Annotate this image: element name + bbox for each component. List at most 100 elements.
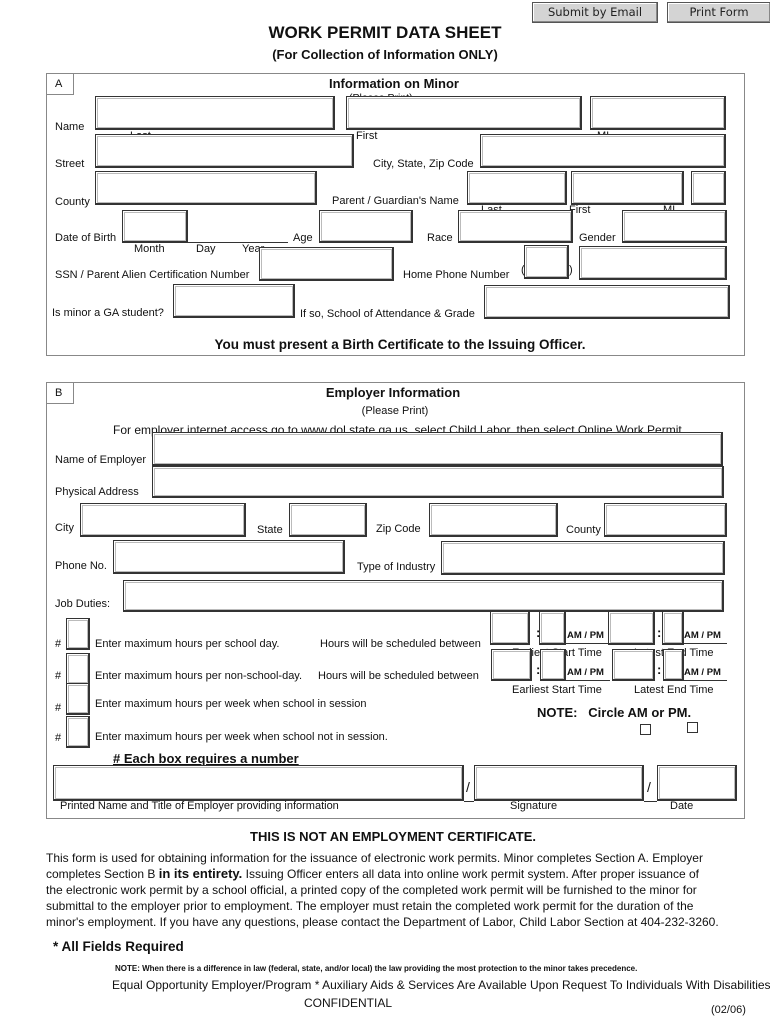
each-box-note: # Each box requires a number <box>113 751 299 766</box>
info-paragraph-line-4: submittal to the employer prior to emplo… <box>46 899 694 913</box>
slash-2: / <box>647 779 651 795</box>
hash-1: # <box>55 638 62 650</box>
county-label: County <box>55 196 90 208</box>
para-text: completes Section B <box>46 867 159 881</box>
confidential-label: CONFIDENTIAL <box>304 996 393 1010</box>
school-day-end-hour-input[interactable] <box>608 611 655 645</box>
underline-4 <box>684 680 727 681</box>
parent-first-input[interactable] <box>571 171 684 205</box>
home-phone-input[interactable] <box>579 246 727 280</box>
am-checkbox[interactable] <box>640 724 651 735</box>
school-day-start-hour-input[interactable] <box>490 611 530 645</box>
max-hours-school-day-input[interactable] <box>66 618 90 650</box>
pm-checkbox[interactable] <box>687 722 698 733</box>
street-label: Street <box>55 158 85 170</box>
in-its-entirety: in its entirety. <box>158 866 243 881</box>
phone-input[interactable] <box>113 540 345 574</box>
dob-label: Date of Birth <box>55 232 117 244</box>
revision-date: (02/06) <box>711 1004 746 1016</box>
circle-am-pm-note: NOTE: Circle AM or PM. <box>537 705 692 720</box>
phone-label: Phone No. <box>55 560 107 572</box>
underline-1 <box>566 643 608 644</box>
state-label: State <box>257 524 283 536</box>
ssn-input[interactable] <box>259 247 394 281</box>
eeo-statement: Equal Opportunity Employer/Program * Aux… <box>112 978 770 992</box>
max-hours-week-in-session-label: Enter maximum hours per week when school… <box>95 698 367 710</box>
max-hours-non-school-day-label: Enter maximum hours per non-school-day. <box>95 670 303 682</box>
print-form-button[interactable]: Print Form <box>667 2 770 23</box>
signature-input[interactable] <box>474 765 644 801</box>
underline-5 <box>464 801 474 802</box>
not-employment-certificate: THIS IS NOT AN EMPLOYMENT CERTIFICATE. <box>250 829 536 844</box>
physical-address-label: Physical Address <box>55 486 139 498</box>
page-subtitle: (For Collection of Information ONLY) <box>272 47 498 62</box>
job-duties-label: Job Duties: <box>55 598 111 610</box>
section-b-heading: Employer Information <box>325 385 461 400</box>
school-day-end-minute-input[interactable] <box>662 611 684 645</box>
latest-end-label-2: Latest End Time <box>634 684 714 696</box>
race-input[interactable] <box>458 210 573 243</box>
name-first-input[interactable] <box>346 96 582 130</box>
dob-input[interactable] <box>122 210 188 243</box>
city-state-zip-input[interactable] <box>480 134 726 168</box>
gender-input[interactable] <box>622 210 727 243</box>
para-text: Issuing Officer enters all data into onl… <box>242 867 699 881</box>
max-hours-week-in-session-input[interactable] <box>66 683 90 715</box>
employer-name-input[interactable] <box>152 432 723 466</box>
info-paragraph-line-3: the electronic work permit by a school o… <box>46 883 697 897</box>
ga-student-input[interactable] <box>173 284 295 318</box>
non-school-day-end-hour-input[interactable] <box>612 649 655 681</box>
dob-day-sub: Day <box>196 243 216 255</box>
all-fields-required: * All Fields Required <box>53 939 184 954</box>
hash-4: # <box>55 732 62 744</box>
printed-name-title-input[interactable] <box>53 765 464 801</box>
underline-2 <box>684 643 727 644</box>
info-paragraph-line-1: This form is used for obtaining informat… <box>46 851 703 865</box>
county-input-b[interactable] <box>604 503 727 537</box>
slash-1: / <box>466 779 470 795</box>
max-hours-week-not-in-session-input[interactable] <box>66 716 90 748</box>
street-input[interactable] <box>95 134 354 168</box>
info-paragraph-line-5: minor's employment. If you have any ques… <box>46 915 719 929</box>
school-day-start-minute-input[interactable] <box>539 611 566 645</box>
parent-mi-input[interactable] <box>691 171 726 205</box>
non-school-day-start-hour-input[interactable] <box>491 649 532 681</box>
dob-month-sub: Month <box>134 243 165 255</box>
employer-name-label: Name of Employer <box>55 454 147 466</box>
non-school-day-end-minute-input[interactable] <box>663 649 684 681</box>
city-input-b[interactable] <box>80 503 246 537</box>
date-input[interactable] <box>657 765 737 801</box>
parent-guardian-label: Parent / Guardian's Name <box>332 195 459 207</box>
area-code-input[interactable] <box>524 245 569 279</box>
school-grade-input[interactable] <box>484 285 730 319</box>
city-label-b: City <box>55 522 74 534</box>
law-note: NOTE: When there is a difference in law … <box>115 964 638 973</box>
job-duties-input[interactable] <box>123 580 724 612</box>
underline-3 <box>566 680 610 681</box>
state-input[interactable] <box>289 503 367 537</box>
school-day-start-ampm: AM / PM <box>567 630 604 641</box>
age-label: Age <box>293 232 313 244</box>
please-print-b: (Please Print) <box>361 405 429 417</box>
info-paragraph-line-2: completes Section B in its entirety. Iss… <box>46 866 766 882</box>
county-input[interactable] <box>95 171 317 205</box>
industry-input[interactable] <box>441 541 725 575</box>
name-last-input[interactable] <box>95 96 335 130</box>
industry-label: Type of Industry <box>357 561 436 573</box>
parent-last-input[interactable] <box>467 171 567 205</box>
hash-2: # <box>55 670 62 682</box>
name-label: Name <box>55 121 85 133</box>
max-hours-non-school-day-input[interactable] <box>66 653 90 685</box>
zip-code-label: Zip Code <box>376 523 421 535</box>
name-mi-input[interactable] <box>590 96 726 130</box>
ga-student-label: Is minor a GA student? <box>52 307 164 319</box>
submit-by-email-button[interactable]: Submit by Email <box>532 2 658 23</box>
gender-label: Gender <box>579 232 616 244</box>
zip-code-input[interactable] <box>429 503 558 537</box>
physical-address-input[interactable] <box>152 466 724 498</box>
county-label-b: County <box>566 524 601 536</box>
home-phone-label: Home Phone Number <box>403 269 510 281</box>
birth-certificate-note: You must present a Birth Certificate to … <box>214 337 586 352</box>
age-input[interactable] <box>319 210 413 243</box>
non-school-day-start-minute-input[interactable] <box>540 649 566 681</box>
